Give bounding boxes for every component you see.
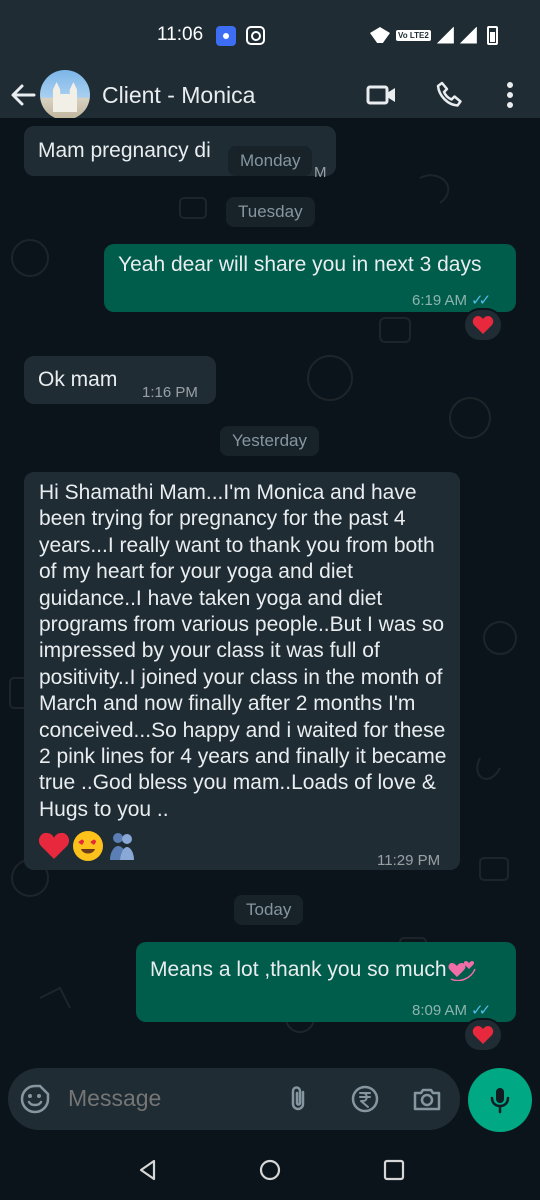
chat-area[interactable]: Mam pregnancy di M Monday Tuesday Yeah d… [0, 118, 540, 1068]
attachment-icon[interactable] [284, 1084, 314, 1114]
avatar[interactable] [40, 70, 90, 120]
nav-back-icon[interactable] [136, 1158, 160, 1182]
church-image [53, 82, 77, 112]
date-separator: Monday [228, 146, 313, 176]
reaction-heart[interactable] [463, 1018, 503, 1052]
message-text: Ok mam [38, 368, 118, 391]
status-icons: Vo LTE2 [370, 24, 498, 46]
status-bar: 11:06 Vo LTE2 [0, 0, 540, 72]
message-time: M [314, 164, 327, 181]
battery-icon [486, 25, 498, 45]
back-arrow-icon[interactable] [8, 80, 38, 110]
message-text: Mam pregnancy di [38, 139, 211, 162]
voice-call-icon[interactable] [434, 80, 466, 110]
message-text: Hi Shamathi Mam...I'm Monica and have be… [39, 481, 447, 821]
message-text: Means a lot ,thank you so much [150, 955, 477, 983]
message-composer [8, 1068, 460, 1130]
system-navigation-bar [0, 1138, 540, 1200]
date-separator: Yesterday [220, 426, 319, 456]
camera-icon[interactable] [412, 1084, 442, 1114]
message-emojis [38, 830, 138, 862]
heart-eyes-emoji [73, 831, 103, 861]
status-time: 11:06 [157, 24, 204, 45]
revolving-hearts-emoji [448, 961, 476, 982]
message-input[interactable] [68, 1085, 268, 1112]
nav-recents-icon[interactable] [382, 1158, 406, 1182]
heart-icon [472, 1026, 494, 1044]
heart-icon [472, 316, 494, 334]
emoji-sticker-icon[interactable] [20, 1084, 50, 1114]
radio-icon [216, 26, 236, 46]
hugging-people-emoji [110, 833, 134, 860]
date-separator: Today [234, 895, 304, 925]
contact-name[interactable]: Client - Monica [102, 82, 255, 109]
nav-home-icon[interactable] [258, 1158, 282, 1182]
signal-icon-2 [459, 26, 477, 44]
message-incoming[interactable]: Ok mam 1:16 PM [24, 356, 216, 404]
signal-icon [436, 26, 454, 44]
voice-message-button[interactable] [468, 1068, 532, 1132]
reaction-heart[interactable] [463, 308, 503, 342]
video-call-icon[interactable] [366, 80, 398, 110]
message-time: 1:16 PM [142, 384, 198, 401]
wifi-icon [370, 27, 390, 43]
message-outgoing[interactable]: Yeah dear will share you in next 3 days … [104, 244, 516, 312]
payment-rupee-icon[interactable] [350, 1084, 380, 1114]
red-heart-emoji [38, 832, 70, 859]
chat-header: Client - Monica [0, 70, 540, 120]
message-time: 11:29 PM [377, 852, 441, 869]
microphone-icon [490, 1088, 510, 1114]
instagram-icon [246, 26, 265, 45]
volte-badge: Vo LTE2 [396, 29, 431, 41]
more-options-icon[interactable] [494, 80, 526, 110]
message-incoming[interactable]: Hi Shamathi Mam...I'm Monica and have be… [24, 472, 460, 870]
date-separator: Tuesday [226, 197, 315, 227]
message-outgoing[interactable]: Means a lot ,thank you so much 8:09 AM ✓✓ [136, 942, 516, 1022]
message-text: Yeah dear will share you in next 3 days [118, 253, 482, 276]
